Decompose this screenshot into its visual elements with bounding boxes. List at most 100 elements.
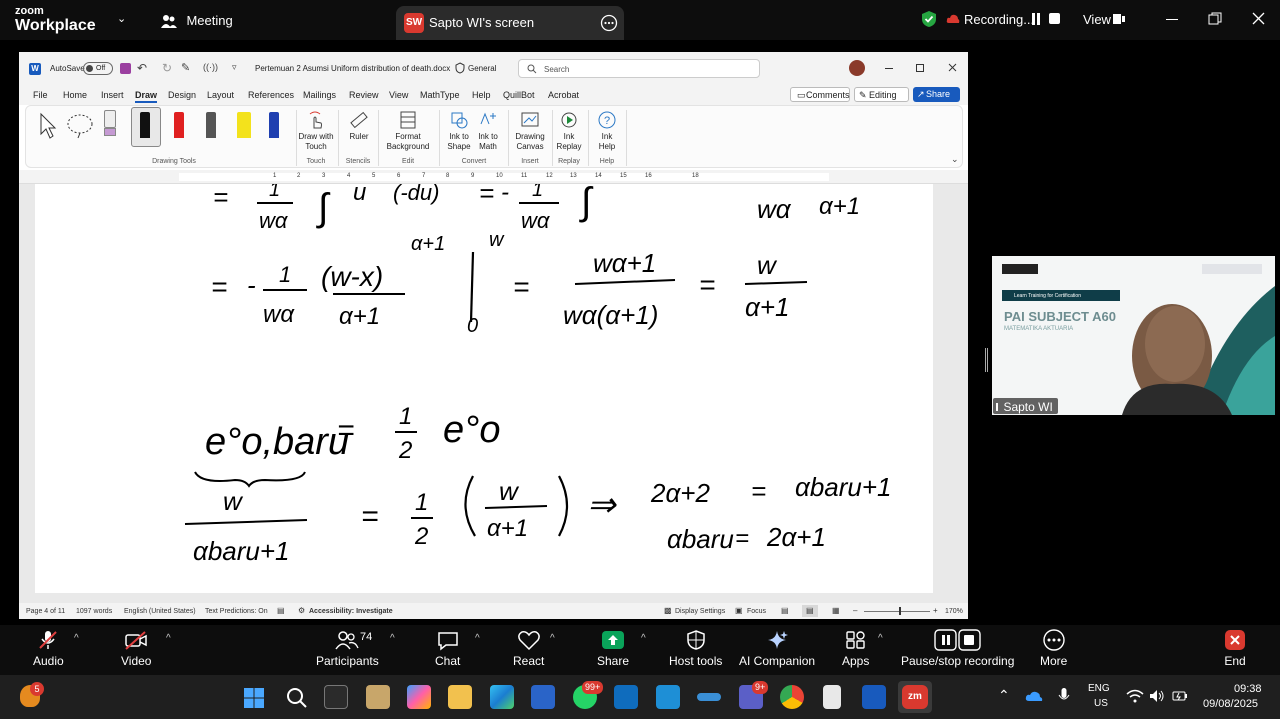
volume-icon[interactable] [1149, 689, 1165, 703]
zoom-out-icon[interactable]: – [853, 606, 857, 615]
participants-caret-icon[interactable]: ^ [390, 633, 395, 644]
menu-quillbot[interactable]: QuillBot [503, 90, 535, 100]
format-background-button[interactable]: Format Background [382, 110, 434, 153]
yellow-highlighter-icon[interactable] [237, 112, 251, 138]
print-layout-button[interactable]: ▤ [802, 605, 818, 617]
clock-date[interactable]: 09/08/2025 [1203, 698, 1258, 710]
minimize-icon[interactable] [1166, 19, 1178, 20]
remote-desktop-icon[interactable] [656, 685, 680, 709]
participant-video-tile[interactable]: Learn Training for Certification PAI SUB… [992, 256, 1275, 415]
search-icon[interactable] [286, 687, 308, 709]
word-taskbar-icon[interactable] [862, 685, 886, 709]
audio-button[interactable]: Audio [33, 629, 64, 668]
menu-mailings[interactable]: Mailings [303, 90, 336, 100]
display-settings-button[interactable]: Display Settings [675, 608, 725, 615]
chat-button[interactable]: Chat [435, 629, 460, 668]
customize-toolbar-icon[interactable]: ▿ [232, 62, 237, 73]
status-language[interactable]: English (United States) [124, 608, 196, 615]
encryption-shield-icon[interactable] [920, 10, 938, 28]
menu-home[interactable]: Home [63, 90, 87, 100]
pause-stop-recording-button[interactable]: Pause/stop recording [901, 629, 1014, 668]
microsoft-store-icon[interactable] [531, 685, 555, 709]
zoom-level[interactable]: 170% [945, 608, 963, 615]
menu-layout[interactable]: Layout [207, 90, 234, 100]
pause-recording-icon[interactable] [1031, 13, 1041, 25]
chrome-icon[interactable] [780, 685, 804, 709]
view-menu-button[interactable]: View [1083, 12, 1111, 27]
onedrive-cloud-icon[interactable] [1025, 689, 1043, 703]
ink-replay-button[interactable]: Ink Replay [554, 110, 584, 153]
draw-tool-icon[interactable]: ✎ [181, 61, 190, 74]
wifi-icon[interactable] [1126, 689, 1144, 703]
ink-to-shape-button[interactable]: Ink to Shape [446, 110, 472, 153]
ink-help-button[interactable]: ? Ink Help [592, 110, 622, 153]
task-view-icon[interactable] [324, 685, 348, 709]
menu-mathtype[interactable]: MathType [420, 90, 460, 100]
zoom-slider[interactable] [864, 611, 930, 612]
draw-with-touch-button[interactable]: Draw with Touch [298, 110, 334, 153]
react-button[interactable]: React [513, 629, 544, 668]
status-accessibility[interactable]: Accessibility: Investigate [309, 608, 393, 615]
menu-review[interactable]: Review [349, 90, 379, 100]
windows-start-icon[interactable] [243, 687, 265, 709]
share-caret-icon[interactable]: ^ [641, 633, 646, 644]
menu-help[interactable]: Help [472, 90, 491, 100]
copilot-icon[interactable] [407, 685, 431, 709]
meeting-tab[interactable]: Meeting [160, 12, 233, 30]
menu-insert[interactable]: Insert [101, 90, 124, 100]
more-button[interactable]: More [1040, 629, 1067, 668]
keyboard-layout[interactable]: US [1094, 698, 1108, 709]
word-maximize-icon[interactable] [916, 64, 924, 72]
microphone-icon[interactable] [1058, 687, 1070, 705]
share-button[interactable]: ↗ Share [913, 87, 960, 102]
autosave-toggle[interactable]: Off [83, 62, 113, 75]
show-hidden-icons-chevron[interactable]: ⌃ [998, 687, 1010, 704]
elo-app-icon[interactable] [366, 685, 390, 709]
video-options-caret-icon[interactable]: ^ [166, 633, 171, 644]
redo-icon[interactable]: ↻ [162, 61, 172, 75]
blue-pen-icon[interactable] [269, 112, 279, 138]
menu-draw[interactable]: Draw [135, 90, 158, 103]
battery-charging-icon[interactable] [1172, 689, 1188, 703]
zoom-in-icon[interactable]: + [933, 606, 938, 615]
file-explorer-icon[interactable] [448, 685, 472, 709]
read-mode-icon[interactable]: ▤ [781, 606, 789, 615]
sensitivity-label[interactable]: General [468, 64, 496, 73]
share-screen-button[interactable]: Share [597, 629, 629, 668]
apps-caret-icon[interactable]: ^ [878, 633, 883, 644]
chat-caret-icon[interactable]: ^ [475, 633, 480, 644]
apps-button[interactable]: Apps [842, 629, 869, 668]
zoom-slider-thumb[interactable] [899, 607, 901, 615]
word-close-icon[interactable] [948, 63, 957, 72]
word-minimize-icon[interactable] [885, 68, 893, 69]
clock-time[interactable]: 09:38 [1234, 683, 1262, 695]
menu-design[interactable]: Design [168, 90, 196, 100]
ink-to-math-button[interactable]: Ink to Math [474, 110, 502, 153]
comments-button[interactable]: ▭ Comments [790, 87, 850, 102]
menu-file[interactable]: File [33, 90, 48, 100]
audio-options-caret-icon[interactable]: ^ [74, 633, 79, 644]
menu-references[interactable]: References [248, 90, 294, 100]
notepad-icon[interactable] [823, 685, 841, 709]
chevron-down-icon[interactable]: ⌄ [117, 12, 126, 25]
stream-app-icon[interactable] [697, 693, 721, 701]
host-tools-button[interactable]: Host tools [669, 629, 722, 668]
focus-button[interactable]: Focus [747, 608, 766, 615]
pencil-tool-icon[interactable] [206, 112, 216, 138]
more-options-icon[interactable] [600, 14, 618, 32]
save-icon[interactable] [120, 63, 131, 74]
outlook-icon[interactable] [614, 685, 638, 709]
edge-browser-icon[interactable] [490, 685, 514, 709]
react-caret-icon[interactable]: ^ [550, 633, 555, 644]
language-code[interactable]: ENG [1088, 683, 1110, 694]
zoom-taskbar-button[interactable]: zm [898, 681, 932, 713]
ruler-button[interactable]: Ruler [344, 110, 374, 142]
web-layout-icon[interactable]: ▦ [832, 606, 840, 615]
restore-icon[interactable] [1208, 12, 1222, 26]
undo-icon[interactable]: ↶ [137, 61, 147, 75]
editing-mode-button[interactable]: ✎ Editing [854, 87, 909, 102]
video-panel-resize-handle[interactable] [985, 348, 988, 372]
status-text-predictions[interactable]: Text Predictions: On [205, 608, 268, 615]
share-screen-tab[interactable]: SW Sapto WI's screen [396, 6, 624, 40]
status-page[interactable]: Page 4 of 11 [26, 608, 65, 615]
